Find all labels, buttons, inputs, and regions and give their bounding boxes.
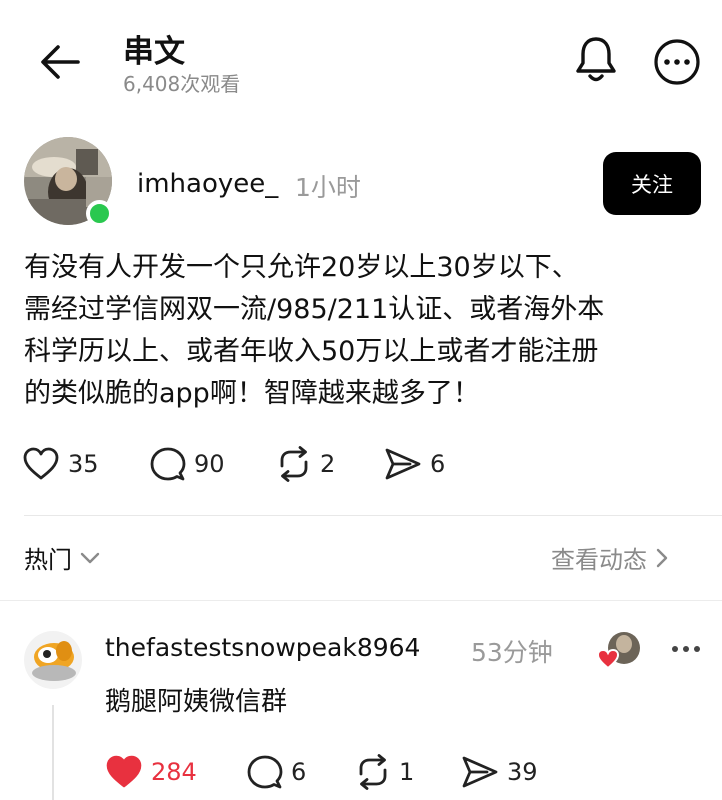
back-button[interactable]: [38, 42, 82, 82]
view-activity-label: 查看动态: [551, 546, 647, 574]
reply-action-bar: 284 6 1 39: [105, 752, 605, 792]
reply-repost-button[interactable]: 1: [355, 752, 414, 792]
thread-line: [52, 705, 54, 800]
heart-filled-icon: [106, 755, 142, 788]
bell-icon: [576, 37, 616, 82]
post-text-line: 的类似脆的app啊！智障越来越多了！: [24, 378, 480, 409]
view-activity-link[interactable]: 查看动态: [551, 540, 669, 575]
reply-text: 鹅腿阿姨微信群: [105, 687, 288, 717]
reply-more-button[interactable]: [667, 636, 705, 662]
post-text-line: 科学历以上、或者年收入50万以上或者才能注册: [24, 336, 599, 367]
post-action-bar: 35 90 2 6: [22, 444, 502, 484]
reply-like-count: 284: [151, 758, 197, 786]
reply-button[interactable]: 90: [150, 444, 225, 484]
reply-comment-count: 6: [291, 758, 307, 786]
ellipsis-icon: [672, 646, 700, 652]
avatar-image: [24, 631, 82, 689]
send-icon: [462, 756, 498, 788]
reply-comment-button[interactable]: 6: [247, 752, 306, 792]
divider: [0, 600, 722, 601]
reply-share-button[interactable]: 39: [461, 752, 538, 792]
reply-author-avatar[interactable]: [24, 631, 82, 689]
reply-like-button[interactable]: 284: [105, 752, 197, 792]
author-username[interactable]: imhaoyee_: [137, 169, 278, 199]
notification-button[interactable]: [574, 34, 618, 84]
reply-count: 90: [194, 450, 225, 478]
heart-icon: [23, 447, 59, 480]
share-button[interactable]: 6: [384, 444, 445, 484]
page-title: 串文: [123, 34, 185, 70]
comment-icon: [150, 447, 186, 481]
send-icon: [385, 448, 421, 480]
liked-by-author-badge: [596, 630, 642, 670]
sort-dropdown[interactable]: 热门: [24, 540, 100, 575]
repost-icon: [280, 446, 308, 482]
back-arrow-icon: [41, 45, 80, 79]
view-count: 6,408次观看: [123, 72, 241, 96]
reply-repost-count: 1: [399, 758, 415, 786]
sort-label: 热门: [24, 546, 72, 574]
chevron-right-icon: [656, 548, 668, 567]
follow-button[interactable]: 关注: [603, 152, 701, 215]
divider: [24, 515, 722, 516]
post-text: 有没有人开发一个只允许20岁以上30岁以下、 需经过学信网双一流/985/211…: [24, 247, 704, 415]
comment-icon: [247, 755, 283, 789]
post-text-line: 需经过学信网双一流/985/211认证、或者海外本: [24, 294, 605, 325]
repost-count: 2: [320, 450, 336, 478]
reply-share-count: 39: [507, 758, 538, 786]
more-circle-icon: [654, 39, 700, 85]
online-status-indicator: [86, 200, 113, 227]
repost-icon: [359, 754, 387, 790]
post-timestamp: 1小时: [295, 173, 361, 202]
like-button[interactable]: 35: [22, 444, 99, 484]
reply-username[interactable]: thefastestsnowpeak8964: [105, 633, 420, 662]
repost-button[interactable]: 2: [276, 444, 335, 484]
post-text-line: 有没有人开发一个只允许20岁以上30岁以下、: [24, 252, 579, 283]
chevron-down-icon: [80, 552, 100, 563]
share-count: 6: [430, 450, 446, 478]
reply-timestamp: 53分钟: [471, 638, 553, 667]
more-options-button[interactable]: [653, 38, 701, 86]
like-count: 35: [68, 450, 99, 478]
